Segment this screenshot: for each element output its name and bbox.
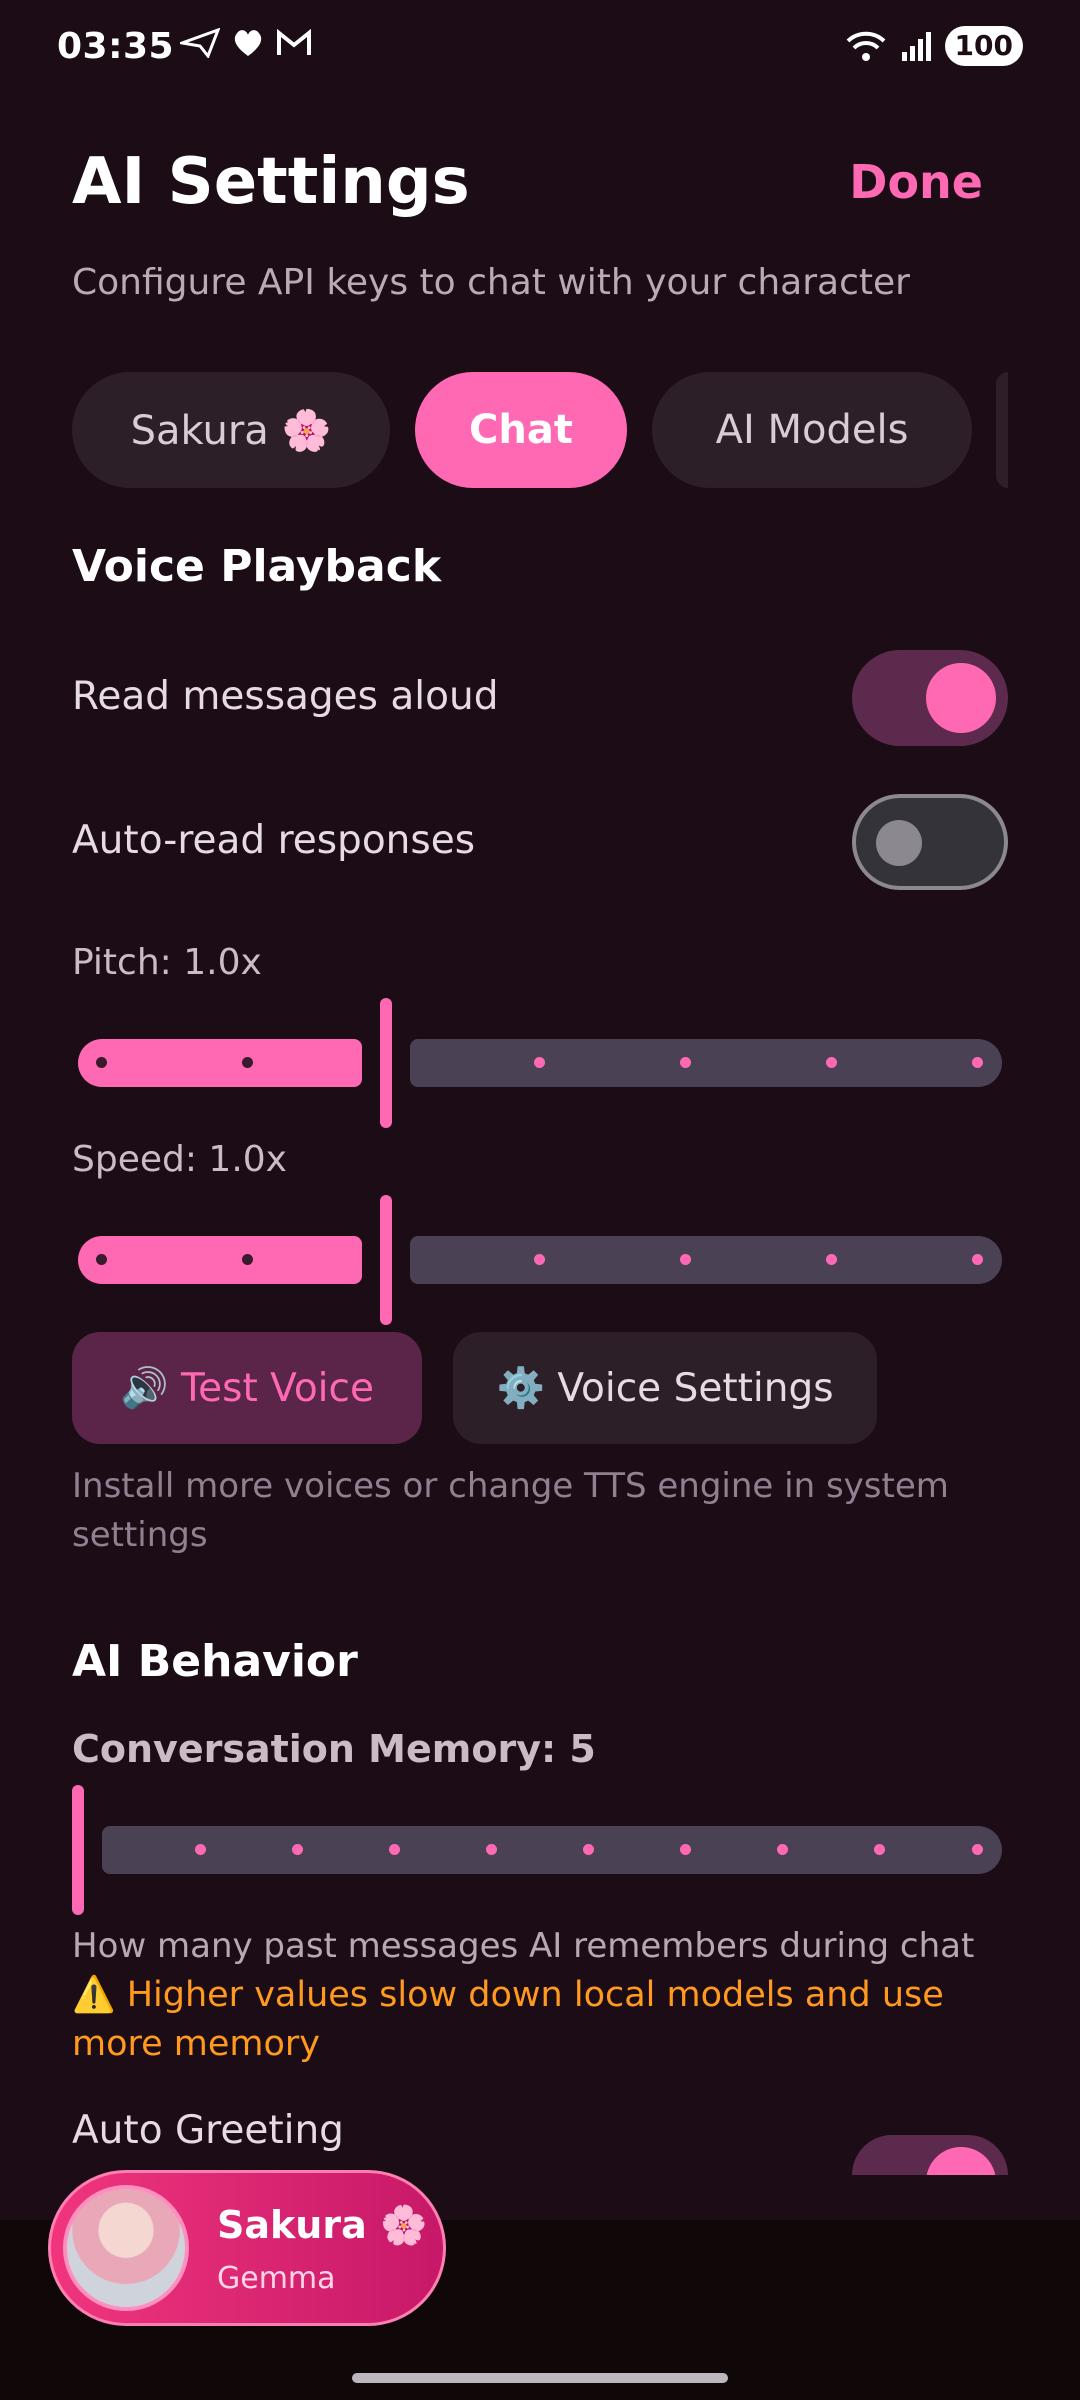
tab-overflow[interactable] [996,372,1008,488]
auto-read-label: Auto-read responses [72,818,476,863]
done-button[interactable]: Done [849,155,983,209]
voice-playback-title: Voice Playback [72,541,442,592]
tab-sakura[interactable]: Sakura 🌸 [72,372,390,488]
slider-tick [292,1844,303,1855]
slider-inactive-track [410,1236,1002,1284]
speed-label: Speed: 1.0x [72,1139,287,1180]
battery-indicator: 100 [944,26,1023,66]
tts-hint: Install more voices or change TTS engine… [72,1466,949,1555]
tab-chat[interactable]: Chat [415,372,627,488]
slider-tick [242,1254,253,1265]
memory-hint: How many past messages AI remembers duri… [72,1926,975,1966]
signal-icon [901,32,931,61]
slider-tick [96,1254,107,1265]
send-icon [180,28,220,58]
heart-icon [234,30,262,56]
slider-tick [96,1057,107,1068]
auto-read-toggle[interactable] [852,794,1008,890]
slider-inactive-track [410,1039,1002,1087]
character-model: Gemma [217,2261,336,2296]
slider-tick [826,1254,837,1265]
toggle-knob [926,663,996,733]
page-subtitle: Configure API keys to chat with your cha… [72,262,910,303]
slider-thumb[interactable] [380,998,392,1128]
slider-tick [389,1844,400,1855]
read-aloud-toggle[interactable] [852,650,1008,746]
slider-tick [874,1844,885,1855]
slider-tick [534,1254,545,1265]
slider-thumb[interactable] [380,1195,392,1325]
slider-tick [972,1057,983,1068]
slider-active-track [78,1236,362,1284]
slider-tick [972,1254,983,1265]
memory-warning: ⚠️ Higher values slow down local models … [72,1975,944,2064]
pitch-slider[interactable] [72,993,1008,1133]
auto-greeting-toggle[interactable] [852,2135,1008,2175]
slider-tick [680,1254,691,1265]
slider-inactive-track [102,1826,1002,1874]
status-time: 03:35 [57,26,175,67]
ai-behavior-title: AI Behavior [72,1636,358,1687]
avatar [63,2185,189,2311]
slider-tick [972,1844,983,1855]
home-indicator[interactable] [352,2373,728,2383]
status-system-icons: 100 [845,26,1023,66]
slider-tick [680,1057,691,1068]
page-title: AI Settings [72,145,470,219]
auto-greeting-label: Auto Greeting [72,2108,344,2153]
speed-slider[interactable] [72,1190,1008,1330]
character-name: Sakura 🌸 [217,2203,428,2247]
slider-tick [777,1844,788,1855]
memory-slider[interactable] [72,1780,1008,1920]
voice-settings-button[interactable]: ⚙️ Voice Settings [453,1332,877,1444]
character-card[interactable]: Sakura 🌸 Gemma [48,2170,446,2326]
gmail-icon [277,29,311,55]
tab-ai-models[interactable]: AI Models [652,372,972,488]
toggle-knob [876,820,922,866]
slider-tick [486,1844,497,1855]
slider-tick [583,1844,594,1855]
slider-thumb[interactable] [72,1785,84,1915]
pitch-label: Pitch: 1.0x [72,942,262,983]
memory-label: Conversation Memory: 5 [72,1727,596,1771]
toggle-knob [926,2147,996,2175]
slider-tick [680,1844,691,1855]
slider-tick [534,1057,545,1068]
slider-active-track [78,1039,362,1087]
slider-tick [195,1844,206,1855]
status-notification-icons [180,28,312,58]
read-aloud-label: Read messages aloud [72,674,499,719]
test-voice-button[interactable]: 🔊 Test Voice [72,1332,422,1444]
slider-tick [826,1057,837,1068]
wifi-icon [846,31,885,61]
slider-tick [242,1057,253,1068]
